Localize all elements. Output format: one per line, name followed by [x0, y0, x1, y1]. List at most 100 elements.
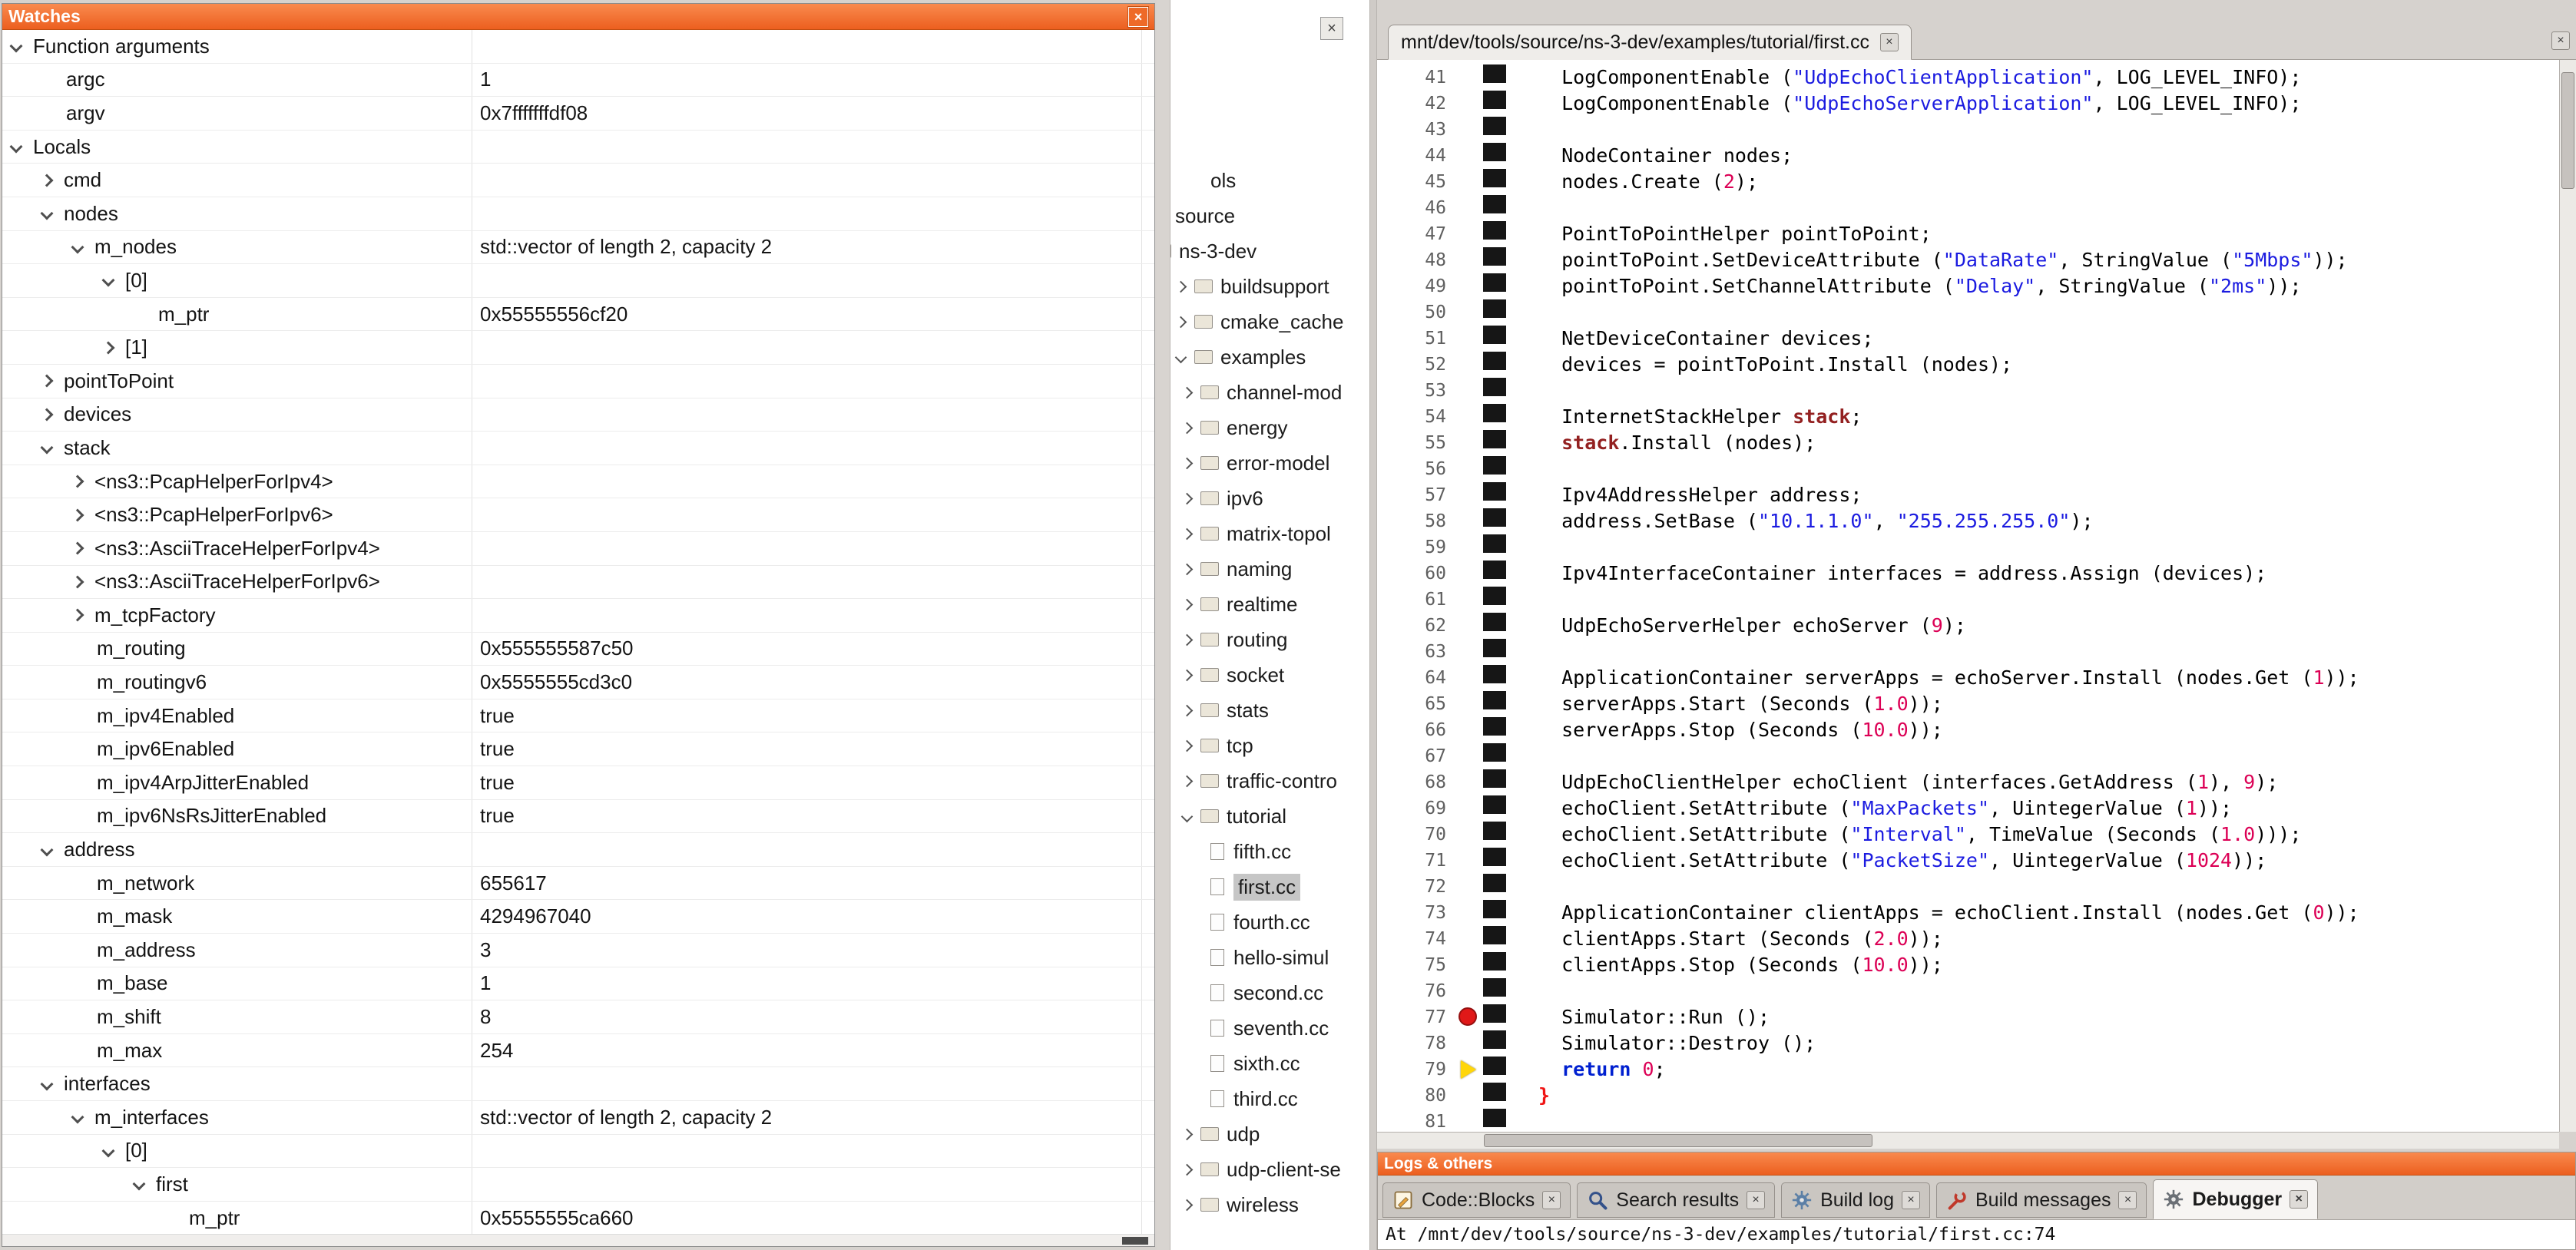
- line-number[interactable]: 69: [1377, 795, 1455, 822]
- expand-icon[interactable]: [1181, 775, 1194, 787]
- expand-icon[interactable]: [102, 341, 115, 354]
- breakpoint-margin[interactable]: [1455, 1083, 1483, 1109]
- watch-row[interactable]: [1]: [2, 331, 1154, 365]
- watch-row[interactable]: Function arguments: [2, 30, 1154, 64]
- expand-icon[interactable]: [1181, 457, 1194, 469]
- breakpoint-margin[interactable]: [1455, 900, 1483, 926]
- logs-titlebar[interactable]: Logs & others: [1378, 1152, 2575, 1176]
- line-number[interactable]: 54: [1377, 404, 1455, 430]
- watch-row[interactable]: stack: [2, 432, 1154, 465]
- watch-row[interactable]: cmd: [2, 164, 1154, 197]
- tree-item[interactable]: first.cc: [1170, 869, 1368, 904]
- expand-icon[interactable]: [1181, 633, 1194, 646]
- watch-row[interactable]: m_mask4294967040: [2, 900, 1154, 934]
- watch-row[interactable]: nodes: [2, 197, 1154, 231]
- expand-icon[interactable]: [71, 542, 84, 555]
- breakpoint-margin[interactable]: [1455, 1057, 1483, 1083]
- tree-item[interactable]: naming: [1170, 551, 1368, 587]
- tree-item[interactable]: examples: [1170, 339, 1368, 375]
- code-line[interactable]: [1506, 587, 1538, 613]
- code-area[interactable]: 41 LogComponentEnable ("UdpEchoClientApp…: [1377, 60, 2559, 1132]
- line-number[interactable]: 63: [1377, 639, 1455, 665]
- logs-tab-close-icon[interactable]: ×: [2290, 1190, 2308, 1209]
- line-number[interactable]: 51: [1377, 326, 1455, 352]
- panel-splitter[interactable]: [1369, 0, 1377, 1250]
- watch-row[interactable]: first: [2, 1168, 1154, 1202]
- breakpoint-margin[interactable]: [1455, 247, 1483, 273]
- watch-row[interactable]: m_base1: [2, 967, 1154, 1001]
- collapse-icon[interactable]: [71, 240, 84, 253]
- tree-item[interactable]: ols: [1170, 163, 1368, 198]
- code-line[interactable]: pointToPoint.SetDeviceAttribute ("DataRa…: [1506, 247, 2348, 273]
- logs-tab-close-icon[interactable]: ×: [1542, 1191, 1561, 1209]
- tree-item[interactable]: hello-simul: [1170, 940, 1368, 975]
- collapse-icon[interactable]: [41, 843, 54, 856]
- tree-item[interactable]: seventh.cc: [1170, 1010, 1368, 1046]
- code-line[interactable]: address.SetBase ("10.1.1.0", "255.255.25…: [1506, 508, 2094, 534]
- breakpoint-margin[interactable]: [1455, 117, 1483, 143]
- expand-icon[interactable]: [1181, 492, 1194, 504]
- breakpoint-margin[interactable]: [1455, 508, 1483, 534]
- watch-row[interactable]: m_routingv60x5555555cd3c0: [2, 666, 1154, 699]
- tree-item[interactable]: error-model: [1170, 445, 1368, 481]
- expand-icon[interactable]: [1181, 527, 1194, 540]
- breakpoint-margin[interactable]: [1455, 691, 1483, 717]
- expand-icon[interactable]: [1181, 598, 1194, 610]
- line-number[interactable]: 56: [1377, 456, 1455, 482]
- tree-item[interactable]: fifth.cc: [1170, 834, 1368, 869]
- code-line[interactable]: [1506, 743, 1538, 769]
- breakpoint-margin[interactable]: [1455, 64, 1483, 91]
- code-line[interactable]: [1506, 874, 1538, 900]
- breakpoint-margin[interactable]: [1455, 926, 1483, 952]
- expand-icon[interactable]: [1181, 386, 1194, 398]
- breakpoint-margin[interactable]: [1455, 195, 1483, 221]
- line-number[interactable]: 80: [1377, 1083, 1455, 1109]
- tree-item[interactable]: fourth.cc: [1170, 904, 1368, 940]
- code-line[interactable]: Ipv4InterfaceContainer interfaces = addr…: [1506, 561, 2266, 587]
- tree-item[interactable]: udp: [1170, 1116, 1368, 1152]
- expand-icon[interactable]: [1181, 704, 1194, 716]
- watch-row[interactable]: m_ipv6Enabledtrue: [2, 732, 1154, 766]
- expand-icon[interactable]: [1175, 280, 1187, 293]
- breakpoint-margin[interactable]: [1455, 665, 1483, 691]
- line-number[interactable]: 44: [1377, 143, 1455, 169]
- watch-row[interactable]: m_shift8: [2, 1000, 1154, 1034]
- breakpoint-margin[interactable]: [1455, 639, 1483, 665]
- code-line[interactable]: stack.Install (nodes);: [1506, 430, 1816, 456]
- tree-item[interactable]: second.cc: [1170, 975, 1368, 1010]
- breakpoint-margin[interactable]: [1455, 743, 1483, 769]
- breakpoint-margin[interactable]: [1455, 299, 1483, 326]
- tree-item[interactable]: traffic-contro: [1170, 763, 1368, 799]
- code-line[interactable]: echoClient.SetAttribute ("MaxPackets", U…: [1506, 795, 2232, 822]
- code-line[interactable]: pointToPoint.SetChannelAttribute ("Delay…: [1506, 273, 2301, 299]
- tree-item[interactable]: tcp: [1170, 728, 1368, 763]
- code-line[interactable]: echoClient.SetAttribute ("PacketSize", U…: [1506, 848, 2266, 874]
- code-line[interactable]: [1506, 195, 1538, 221]
- code-line[interactable]: serverApps.Stop (Seconds (10.0));: [1506, 717, 1943, 743]
- code-line[interactable]: [1506, 978, 1538, 1004]
- expand-icon[interactable]: [1181, 669, 1194, 681]
- watches-close-button[interactable]: ×: [1128, 7, 1148, 27]
- line-number[interactable]: 53: [1377, 378, 1455, 404]
- code-line[interactable]: NodeContainer nodes;: [1506, 143, 1793, 169]
- expand-icon[interactable]: [71, 508, 84, 521]
- line-number[interactable]: 74: [1377, 926, 1455, 952]
- line-number[interactable]: 72: [1377, 874, 1455, 900]
- breakpoint-margin[interactable]: [1455, 482, 1483, 508]
- watch-row[interactable]: argv0x7fffffffdf08: [2, 97, 1154, 131]
- hscroll-thumb[interactable]: [1484, 1134, 1872, 1147]
- line-number[interactable]: 67: [1377, 743, 1455, 769]
- watch-row[interactable]: Locals: [2, 131, 1154, 164]
- line-number[interactable]: 64: [1377, 665, 1455, 691]
- line-number[interactable]: 70: [1377, 822, 1455, 848]
- code-line[interactable]: [1506, 299, 1538, 326]
- code-line[interactable]: [1506, 117, 1538, 143]
- breakpoint-margin[interactable]: [1455, 169, 1483, 195]
- logs-tab-close-icon[interactable]: ×: [1747, 1191, 1765, 1209]
- breakpoint-margin[interactable]: [1455, 1109, 1483, 1132]
- watches-hscrollbar[interactable]: [2, 1234, 1154, 1246]
- line-number[interactable]: 43: [1377, 117, 1455, 143]
- line-number[interactable]: 78: [1377, 1030, 1455, 1057]
- watch-row[interactable]: devices: [2, 398, 1154, 432]
- code-line[interactable]: ApplicationContainer clientApps = echoCl…: [1506, 900, 2359, 926]
